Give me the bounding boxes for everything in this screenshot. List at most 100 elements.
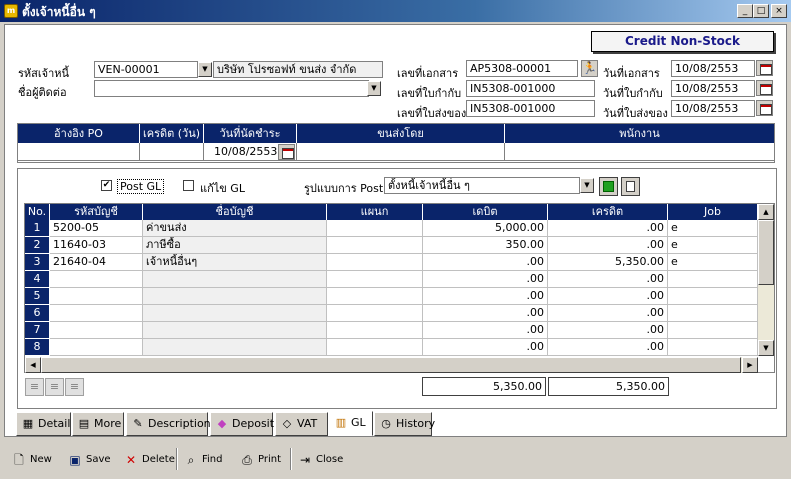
debit-cell[interactable]: .00 (423, 339, 548, 356)
shipping-cell[interactable] (297, 143, 505, 161)
debit-cell[interactable]: .00 (423, 305, 548, 322)
post-format-select[interactable]: ตั้งหนี้เจ้าหนี้อื่น ๆ (384, 177, 580, 194)
department-cell[interactable] (327, 237, 423, 254)
tab-detail[interactable]: ▦ Detail (16, 412, 71, 436)
post-gl-checkbox[interactable]: ✔ (101, 180, 112, 191)
calendar-icon[interactable] (278, 144, 295, 160)
insert-row-icon[interactable]: ≡ (25, 378, 44, 396)
department-cell[interactable] (327, 339, 423, 356)
job-cell[interactable]: e (668, 220, 758, 237)
department-cell[interactable] (327, 271, 423, 288)
delete-button[interactable]: ✕ Delete (122, 450, 175, 470)
minimize-button[interactable]: _ (737, 4, 753, 18)
debit-cell[interactable]: 350.00 (423, 237, 548, 254)
doc-date-input[interactable]: 10/08/2553 (671, 60, 755, 77)
account-code-cell[interactable] (50, 305, 143, 322)
account-name-cell[interactable]: ค่าขนส่ง (143, 220, 327, 237)
debit-cell[interactable]: 5,000.00 (423, 220, 548, 237)
edit-gl-checkbox[interactable] (183, 180, 194, 191)
department-cell[interactable] (327, 254, 423, 271)
tab-description[interactable]: ✎ Description (126, 412, 211, 436)
debit-cell[interactable]: .00 (423, 254, 548, 271)
vendor-code-input[interactable]: VEN-00001 (94, 61, 198, 78)
scroll-down-button[interactable]: ▼ (758, 340, 774, 356)
close-window-button[interactable]: × (771, 4, 787, 18)
h-scroll-thumb[interactable] (41, 357, 741, 373)
title-bar[interactable]: m ตั้งเจ้าหนี้อื่น ๆ _ □ × (0, 0, 791, 22)
account-name-cell[interactable] (143, 322, 327, 339)
account-name-cell[interactable] (143, 271, 327, 288)
job-cell[interactable] (668, 322, 758, 339)
department-cell[interactable] (327, 322, 423, 339)
add-row-icon[interactable]: ≡ (45, 378, 64, 396)
job-cell[interactable] (668, 339, 758, 356)
close-button[interactable]: ⇥ Close (296, 450, 343, 470)
running-man-icon[interactable]: 🏃 (581, 60, 598, 77)
credit-days-cell[interactable] (140, 143, 204, 161)
credit-cell[interactable]: 5,350.00 (548, 254, 668, 271)
save-button[interactable]: ▣ Save (66, 450, 110, 470)
scroll-left-button[interactable]: ◀ (25, 357, 41, 373)
contact-dropdown-button[interactable]: ▼ (367, 81, 381, 96)
post-gl-label[interactable]: Post GL (117, 179, 165, 194)
credit-cell[interactable]: .00 (548, 237, 668, 254)
credit-cell[interactable]: .00 (548, 271, 668, 288)
account-name-cell[interactable]: เจ้าหนี้อื่นๆ (143, 254, 327, 271)
lookup-icon[interactable] (621, 177, 640, 196)
job-cell[interactable]: e (668, 237, 758, 254)
calendar-icon[interactable] (756, 60, 773, 76)
credit-cell[interactable]: .00 (548, 220, 668, 237)
account-name-cell[interactable] (143, 288, 327, 305)
calendar-icon[interactable] (756, 80, 773, 96)
account-code-cell[interactable] (50, 339, 143, 356)
vendor-dropdown-button[interactable]: ▼ (198, 62, 212, 77)
delivery-date-input[interactable]: 10/08/2553 (671, 100, 755, 117)
credit-cell[interactable]: .00 (548, 288, 668, 305)
maximize-button[interactable]: □ (753, 4, 769, 18)
job-cell[interactable] (668, 271, 758, 288)
account-name-cell[interactable] (143, 339, 327, 356)
contact-input[interactable] (94, 80, 369, 97)
debit-cell[interactable]: .00 (423, 271, 548, 288)
doc-no-input[interactable]: AP5308-00001 (466, 60, 578, 77)
department-cell[interactable] (327, 305, 423, 322)
credit-cell[interactable]: .00 (548, 305, 668, 322)
print-button[interactable]: ⎙ Print (238, 450, 281, 470)
scroll-up-button[interactable]: ▲ (758, 204, 774, 220)
tab-gl[interactable]: ▥ GL (329, 411, 373, 436)
po-ref-cell[interactable] (18, 143, 140, 161)
job-cell[interactable] (668, 305, 758, 322)
debit-cell[interactable]: .00 (423, 288, 548, 305)
calendar-icon[interactable] (756, 100, 773, 116)
credit-cell[interactable]: .00 (548, 339, 668, 356)
account-name-cell[interactable]: ภาษีซื้อ (143, 237, 327, 254)
employee-cell[interactable] (505, 143, 774, 161)
account-code-cell[interactable] (50, 322, 143, 339)
account-name-cell[interactable] (143, 305, 327, 322)
account-code-cell[interactable] (50, 271, 143, 288)
invoice-date-input[interactable]: 10/08/2553 (671, 80, 755, 97)
credit-cell[interactable]: .00 (548, 322, 668, 339)
account-code-cell[interactable]: 11640-03 (50, 237, 143, 254)
account-code-cell[interactable]: 21640-04 (50, 254, 143, 271)
app-icon[interactable]: m (4, 4, 18, 18)
job-cell[interactable] (668, 288, 758, 305)
scroll-thumb[interactable] (758, 220, 774, 285)
new-button[interactable]: 🗋 New (10, 450, 52, 470)
job-cell[interactable]: e (668, 254, 758, 271)
account-code-cell[interactable] (50, 288, 143, 305)
department-cell[interactable] (327, 288, 423, 305)
delete-row-icon[interactable]: ≡ (65, 378, 84, 396)
invoice-no-input[interactable]: IN5308-001000 (466, 80, 595, 97)
debit-cell[interactable]: .00 (423, 322, 548, 339)
department-cell[interactable] (327, 220, 423, 237)
account-code-cell[interactable]: 5200-05 (50, 220, 143, 237)
find-button[interactable]: ⌕ Find (182, 450, 223, 470)
run-post-icon[interactable] (599, 177, 618, 196)
tab-more[interactable]: ▤ More (72, 412, 124, 436)
post-format-dropdown-button[interactable]: ▼ (580, 178, 594, 193)
tab-vat[interactable]: ◇ VAT (275, 412, 328, 436)
scroll-right-button[interactable]: ▶ (742, 357, 758, 373)
tab-deposit[interactable]: ◆ Deposit (210, 412, 274, 436)
tab-history[interactable]: ◷ History (374, 412, 435, 436)
